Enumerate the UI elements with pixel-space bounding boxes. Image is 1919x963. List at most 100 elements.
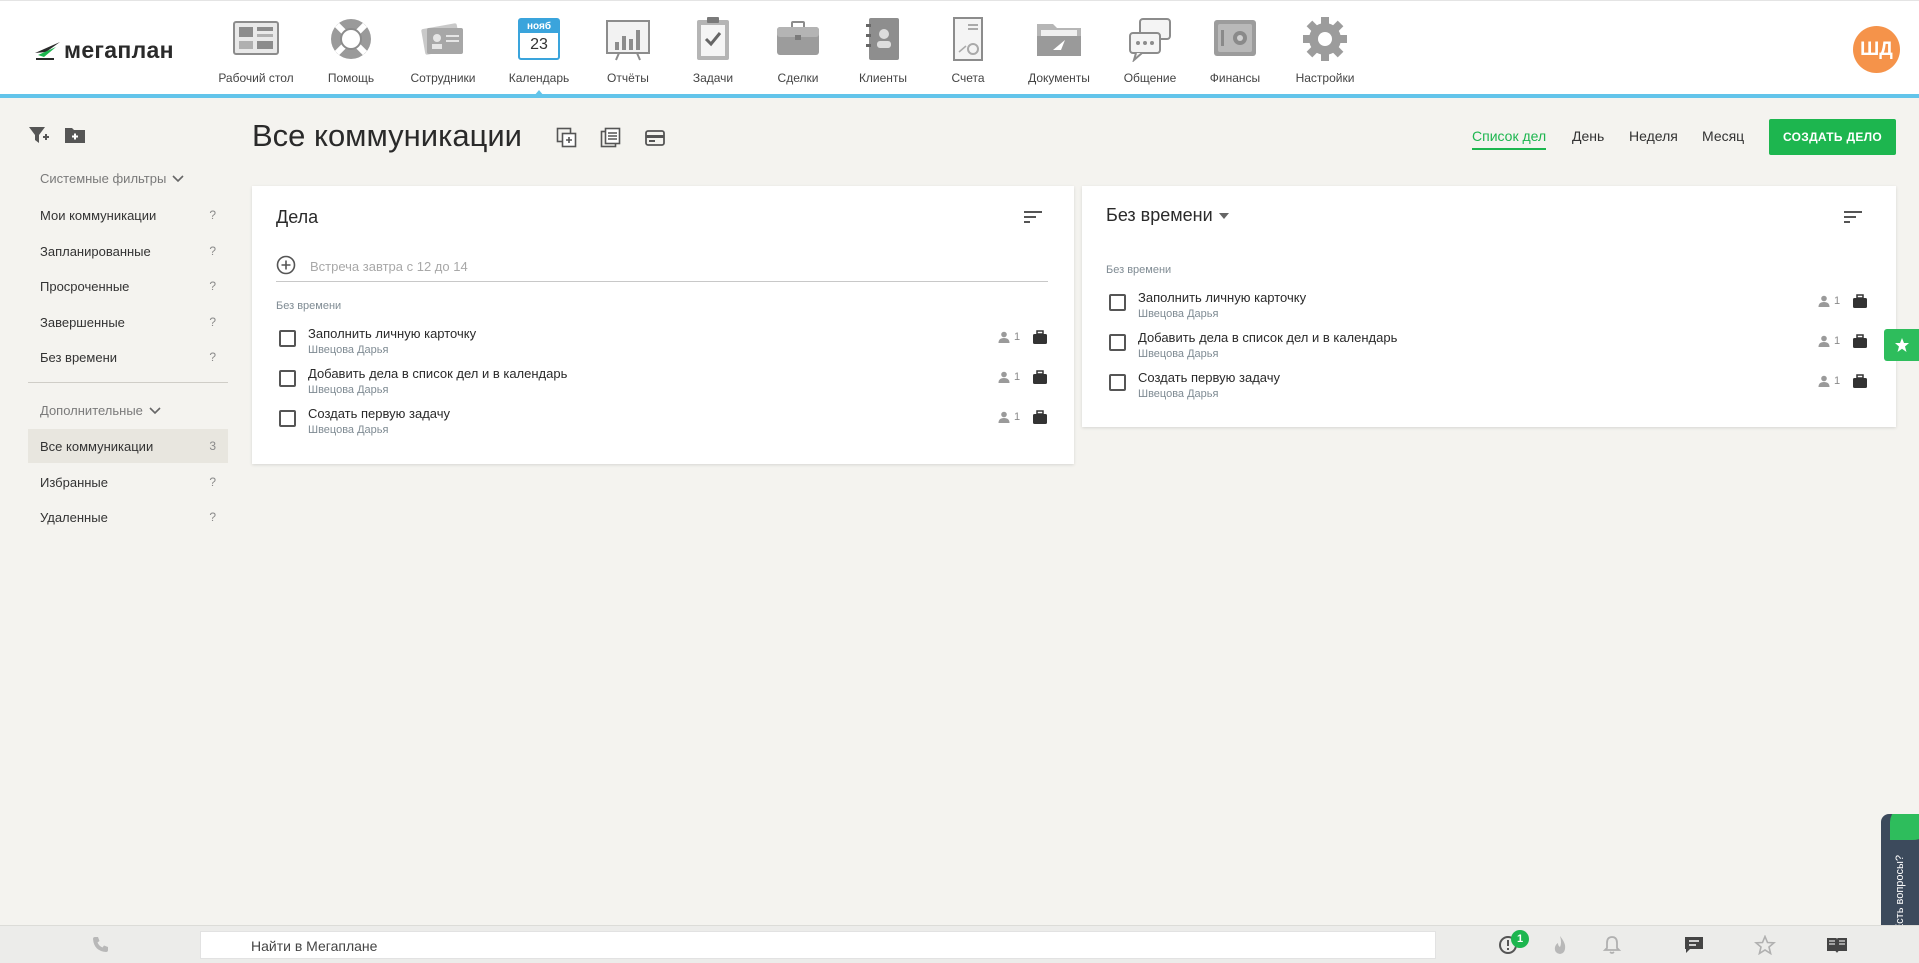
nav-settings[interactable]: Настройки [1275, 1, 1375, 95]
extra-filters-toggle[interactable]: Дополнительные [40, 403, 161, 418]
favorites-side-tab[interactable] [1884, 329, 1919, 361]
no-time-card: Без времени Без времени Заполнить личную… [1082, 186, 1896, 427]
sidebar-item-my-communications[interactable]: Мои коммуникации ? [28, 198, 228, 232]
copy-button[interactable] [553, 124, 581, 152]
list-copy-icon [600, 127, 621, 148]
sidebar-item-no-time[interactable]: Без времени ? [28, 340, 228, 374]
invoice-icon [953, 17, 983, 61]
briefcase-icon[interactable] [1032, 330, 1048, 345]
task-checkbox[interactable] [1109, 374, 1126, 391]
tab-todo-list[interactable]: Список дел [1472, 128, 1547, 150]
calendar-day: 23 [530, 36, 548, 53]
task-checkbox[interactable] [279, 410, 296, 427]
task-participants[interactable]: 1 [1818, 335, 1840, 347]
sort-icon[interactable] [1022, 208, 1044, 226]
nav-desktop[interactable]: Рабочий стол [206, 1, 306, 95]
participants-count: 1 [1834, 295, 1841, 307]
add-filter-icon[interactable] [28, 124, 50, 146]
fire-icon[interactable] [1549, 935, 1571, 955]
create-task-button[interactable]: СОЗДАТЬ ДЕЛО [1769, 119, 1896, 155]
card-view-button[interactable] [641, 124, 669, 152]
chat-icon[interactable] [1683, 935, 1705, 955]
participants-count: 1 [1834, 375, 1841, 387]
task-checkbox[interactable] [279, 370, 296, 387]
sidebar-item-count: ? [209, 279, 216, 293]
sidebar-item-all-communications[interactable]: Все коммуникации 3 [28, 429, 228, 463]
task-owner[interactable]: Швецова Дарья [308, 344, 388, 356]
desktop-icon [233, 21, 279, 55]
task-owner[interactable]: Швецова Дарья [1138, 348, 1218, 360]
bottom-bar: 1 [0, 925, 1919, 963]
task-checkbox[interactable] [1109, 334, 1126, 351]
nav-invoices[interactable]: Счета [918, 1, 1018, 95]
task-participants[interactable]: 1 [1818, 375, 1840, 387]
briefcase-icon[interactable] [1852, 374, 1868, 389]
report-chart-icon [606, 20, 650, 61]
sort-icon[interactable] [1842, 208, 1864, 226]
card-title: Без времени [1106, 205, 1213, 225]
sidebar-item-label: Просроченные [40, 278, 130, 294]
task-checkbox[interactable] [279, 330, 296, 347]
sidebar-item-count: ? [209, 350, 216, 364]
briefcase-icon[interactable] [1852, 294, 1868, 309]
task-name[interactable]: Заполнить личную карточку [308, 326, 476, 341]
task-participants[interactable]: 1 [998, 371, 1020, 383]
sidebar-item-favorites[interactable]: Избранные ? [28, 465, 228, 499]
task-name[interactable]: Добавить дела в список дел и в календарь [308, 366, 567, 381]
card-title: Дела [276, 207, 319, 227]
megaplan-logo[interactable]: мегаплан [34, 37, 174, 63]
task-owner[interactable]: Швецова Дарья [308, 384, 388, 396]
task-participants[interactable]: 1 [1818, 295, 1840, 307]
star-icon [1894, 338, 1909, 352]
nav-label: Помощь [327, 71, 375, 85]
nav-calendar[interactable]: нояб 23 Календарь [489, 1, 589, 95]
help-widget-label: Есть вопросы? [1884, 850, 1916, 936]
add-folder-icon[interactable] [64, 124, 86, 146]
task-participants[interactable]: 1 [998, 411, 1020, 423]
task-checkbox[interactable] [1109, 294, 1126, 311]
briefcase-icon[interactable] [1032, 370, 1048, 385]
user-avatar[interactable]: ШД [1853, 26, 1900, 73]
sidebar-item-planned[interactable]: Запланированные ? [28, 234, 228, 268]
task-name[interactable]: Создать первую задачу [1138, 370, 1280, 385]
card-title-dropdown[interactable]: Без времени [1106, 205, 1229, 226]
global-search-input[interactable] [251, 936, 1401, 956]
group-label: Без времени [276, 300, 342, 312]
task-row: Добавить дела в список дел и в календарь… [276, 366, 1048, 406]
sidebar-item-deleted[interactable]: Удаленные ? [28, 500, 228, 534]
nav-finance[interactable]: Финансы [1185, 1, 1285, 95]
card-icon [645, 130, 665, 146]
help-widget[interactable]: Есть вопросы? [1881, 814, 1919, 937]
briefcase-icon[interactable] [1852, 334, 1868, 349]
book-icon[interactable] [1826, 935, 1848, 955]
tab-month[interactable]: Месяц [1702, 128, 1744, 148]
title-toolbar [553, 124, 669, 152]
tab-week[interactable]: Неделя [1629, 128, 1678, 148]
briefcase-icon[interactable] [1032, 410, 1048, 425]
task-participants[interactable]: 1 [998, 331, 1020, 343]
task-name[interactable]: Заполнить личную карточку [1138, 290, 1306, 305]
quick-add-input[interactable] [310, 256, 1030, 276]
sidebar-item-completed[interactable]: Завершенные ? [28, 305, 228, 339]
address-book-icon [866, 18, 899, 60]
task-name[interactable]: Создать первую задачу [308, 406, 450, 421]
nav-help[interactable]: Помощь [301, 1, 401, 95]
extra-filters-title: Дополнительные [40, 403, 143, 418]
list-view-button[interactable] [597, 124, 625, 152]
sidebar-item-overdue[interactable]: Просроченные ? [28, 269, 228, 303]
phone-icon[interactable] [90, 935, 112, 955]
nav-documents[interactable]: Документы [1009, 1, 1109, 95]
task-owner[interactable]: Швецова Дарья [308, 424, 388, 436]
star-outline-icon[interactable] [1754, 935, 1776, 955]
task-owner[interactable]: Швецова Дарья [1138, 308, 1218, 320]
tab-day[interactable]: День [1572, 128, 1604, 148]
system-filters-toggle[interactable]: Системные фильтры [40, 171, 184, 186]
page-title: Все коммуникации [252, 118, 522, 153]
participants-count: 1 [1014, 331, 1021, 343]
folder-icon [1037, 24, 1081, 56]
add-circle-icon[interactable] [276, 255, 296, 275]
bell-icon[interactable] [1601, 935, 1623, 955]
nav-employees[interactable]: Сотрудники [393, 1, 493, 95]
task-name[interactable]: Добавить дела в список дел и в календарь [1138, 330, 1397, 345]
task-owner[interactable]: Швецова Дарья [1138, 388, 1218, 400]
